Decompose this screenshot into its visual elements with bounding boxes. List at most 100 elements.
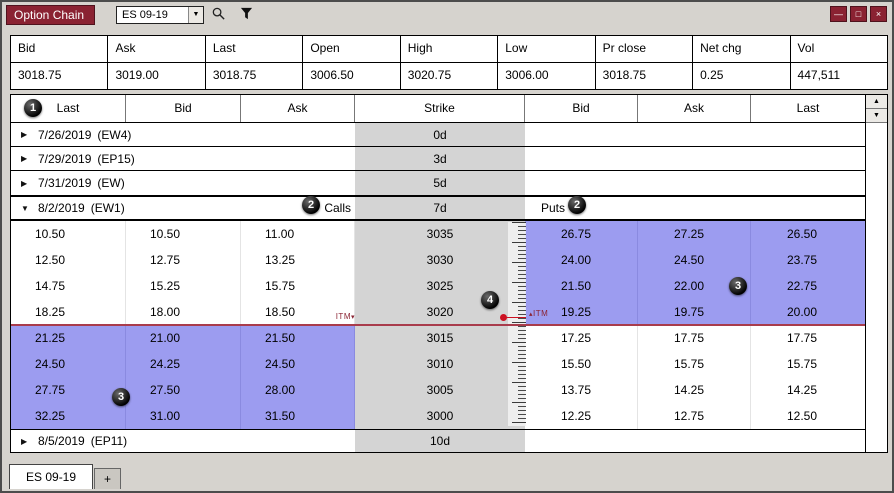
- quote-header: Net chg: [693, 36, 790, 62]
- put-ask-cell[interactable]: 19.75: [638, 299, 751, 325]
- put-ask-cell[interactable]: 27.25: [638, 221, 751, 247]
- put-last-cell[interactable]: 14.25: [751, 377, 865, 403]
- call-bid-cell[interactable]: 15.25: [126, 273, 241, 299]
- call-ask-cell[interactable]: 28.00: [241, 377, 355, 403]
- put-last-cell[interactable]: 20.00: [751, 299, 865, 325]
- option-row: 27.75 27.50 28.00 3005 13.75 14.25 14.25: [11, 377, 865, 403]
- put-last-cell[interactable]: 23.75: [751, 247, 865, 273]
- window-title[interactable]: Option Chain: [6, 5, 96, 25]
- call-last-cell[interactable]: 27.75: [11, 377, 126, 403]
- put-bid-cell[interactable]: 13.75: [525, 377, 638, 403]
- quote-value-bid: 3018.75: [11, 63, 108, 89]
- restore-button[interactable]: □: [850, 6, 867, 22]
- put-last-cell[interactable]: 22.75: [751, 273, 865, 299]
- itm-triangle-icon: ▾: [350, 314, 355, 321]
- call-ask-cell[interactable]: 13.25: [241, 247, 355, 273]
- symbol-combobox[interactable]: ES 09-19 ▼: [116, 6, 204, 24]
- annotation-badge-4: 4: [481, 291, 499, 309]
- call-bid-cell[interactable]: 18.00: [126, 299, 241, 325]
- put-bid-cell[interactable]: 21.50: [525, 273, 638, 299]
- column-header-call-ask: Ask: [241, 95, 355, 122]
- price-marker-dot: [500, 314, 507, 321]
- call-last-cell[interactable]: 21.25: [11, 325, 126, 351]
- quote-value-vol: 447,511: [790, 63, 887, 89]
- call-bid-cell[interactable]: 24.25: [126, 351, 241, 377]
- call-ask-cell[interactable]: 24.50: [241, 351, 355, 377]
- quote-header: Ask: [108, 36, 205, 62]
- expiry-row[interactable]: ▶ 8/5/2019 (EP11) 10d: [11, 429, 865, 453]
- put-bid-cell[interactable]: 12.25: [525, 403, 638, 429]
- call-bid-cell[interactable]: 12.75: [126, 247, 241, 273]
- call-bid-cell[interactable]: 31.00: [126, 403, 241, 429]
- call-ask-cell[interactable]: 21.50: [241, 325, 355, 351]
- put-ask-cell[interactable]: 12.75: [638, 403, 751, 429]
- itm-marker-calls: ITM▾: [307, 312, 355, 321]
- call-ask-cell[interactable]: 15.75: [241, 273, 355, 299]
- put-last-cell[interactable]: 26.50: [751, 221, 865, 247]
- search-button[interactable]: [207, 5, 229, 25]
- scrollbar-track[interactable]: ▲ ▼: [865, 95, 887, 452]
- annotation-badge-3-puts: 3: [729, 277, 747, 295]
- dropdown-arrow-icon[interactable]: ▼: [188, 7, 203, 23]
- expiry-row[interactable]: ▶ 7/26/2019 (EW4) 0d: [11, 123, 865, 147]
- call-last-cell[interactable]: 24.50: [11, 351, 126, 377]
- quote-header: High: [400, 36, 498, 62]
- expand-arrow-icon[interactable]: ▶: [21, 154, 32, 163]
- put-last-cell[interactable]: 12.50: [751, 403, 865, 429]
- put-ask-cell[interactable]: 17.75: [638, 325, 751, 351]
- put-ask-cell[interactable]: 24.50: [638, 247, 751, 273]
- call-ask-cell[interactable]: 31.50: [241, 403, 355, 429]
- quote-value-netchg: 0.25: [693, 63, 790, 89]
- close-button[interactable]: ×: [870, 6, 887, 22]
- expiry-row[interactable]: ▶ 7/31/2019 (EW) 5d: [11, 171, 865, 195]
- minimize-button[interactable]: —: [830, 6, 847, 22]
- collapse-arrow-icon[interactable]: ▼: [21, 204, 32, 213]
- put-last-cell[interactable]: 15.75: [751, 351, 865, 377]
- call-last-cell[interactable]: 32.25: [11, 403, 126, 429]
- expiry-date: 7/29/2019: [38, 151, 92, 166]
- option-row: 18.25 18.00 18.50 3020 19.25 19.75 20.00: [11, 299, 865, 325]
- call-bid-cell[interactable]: 10.50: [126, 221, 241, 247]
- put-ask-cell[interactable]: 14.25: [638, 377, 751, 403]
- call-bid-cell[interactable]: 21.00: [126, 325, 241, 351]
- put-last-cell[interactable]: 17.75: [751, 325, 865, 351]
- put-bid-cell[interactable]: 24.00: [525, 247, 638, 273]
- dte-cell: 10d: [355, 430, 525, 452]
- call-bid-cell[interactable]: 27.50: [126, 377, 241, 403]
- expiry-date: 8/2/2019: [38, 201, 85, 215]
- expand-arrow-icon[interactable]: ▶: [21, 179, 32, 188]
- add-tab-button[interactable]: +: [94, 468, 122, 489]
- put-bid-cell[interactable]: 17.25: [525, 325, 638, 351]
- strike-cell: 3030: [355, 247, 525, 273]
- call-ask-cell[interactable]: 11.00: [241, 221, 355, 247]
- itm-label: ITM: [335, 312, 351, 321]
- title-bar: Option Chain ES 09-19 ▼ — □ ×: [2, 2, 892, 30]
- expand-arrow-icon[interactable]: ▶: [21, 437, 32, 446]
- scroll-down-button[interactable]: ▼: [866, 109, 887, 123]
- scroll-up-button[interactable]: ▲: [866, 95, 887, 109]
- quote-header: Open: [303, 36, 400, 62]
- option-row: 32.25 31.00 31.50 3000 12.25 12.75 12.50: [11, 403, 865, 429]
- call-last-cell[interactable]: 18.25: [11, 299, 126, 325]
- expiry-code: (EP15): [97, 151, 135, 166]
- expiry-code: (EW1): [90, 201, 125, 215]
- column-header-strike: Strike: [355, 95, 525, 122]
- put-bid-cell[interactable]: 26.75: [525, 221, 638, 247]
- call-last-cell[interactable]: 10.50: [11, 221, 126, 247]
- expiry-date: 7/31/2019: [38, 176, 92, 190]
- expiry-row[interactable]: ▶ 7/29/2019 (EP15) 3d: [11, 147, 865, 171]
- put-bid-cell[interactable]: 15.50: [525, 351, 638, 377]
- tab-es-09-19[interactable]: ES 09-19: [9, 464, 94, 489]
- call-last-cell[interactable]: 12.50: [11, 247, 126, 273]
- expiry-code: (EP11): [90, 434, 128, 448]
- expiry-row-expanded[interactable]: ▼ 8/2/2019 (EW1) Calls 7d Puts: [11, 195, 865, 221]
- quote-value-last: 3018.75: [205, 63, 303, 89]
- quote-header: Low: [498, 36, 595, 62]
- column-header-call-bid: Bid: [126, 95, 241, 122]
- put-ask-cell[interactable]: 15.75: [638, 351, 751, 377]
- window-controls: — □ ×: [830, 6, 887, 22]
- strike-cell: 3005: [355, 377, 525, 403]
- call-last-cell[interactable]: 14.75: [11, 273, 126, 299]
- filter-button[interactable]: [235, 5, 257, 25]
- expand-arrow-icon[interactable]: ▶: [21, 130, 32, 139]
